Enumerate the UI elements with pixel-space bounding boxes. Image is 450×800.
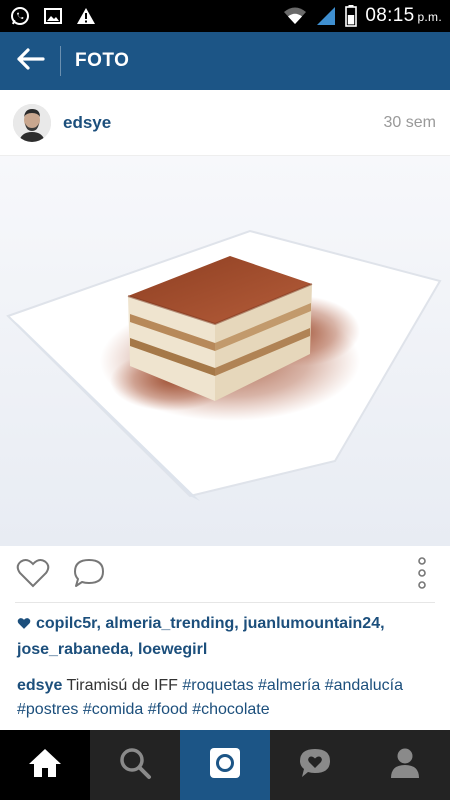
app-bar-divider [60, 46, 61, 76]
signal-icon [315, 6, 337, 26]
heart-filled-icon [17, 614, 31, 638]
more-vertical-icon [417, 556, 427, 594]
actions-divider [15, 602, 435, 603]
warning-icon [76, 7, 96, 25]
heart-outline-icon [16, 558, 50, 593]
activity-icon [298, 747, 332, 784]
comment-button[interactable] [71, 557, 107, 593]
likes-list[interactable]: copilc5r, almeria_trending, juanlumounta… [17, 612, 437, 662]
nav-search[interactable] [90, 730, 180, 800]
nav-profile[interactable] [360, 730, 450, 800]
battery-icon [345, 5, 358, 27]
profile-icon [390, 747, 420, 784]
likes-users[interactable]: copilc5r, almeria_trending, juanlumounta… [17, 615, 385, 658]
camera-icon [208, 746, 242, 785]
image-icon [44, 7, 62, 25]
caption-text: Tiramisú de IFF [66, 677, 178, 694]
comment-bubble-icon [73, 558, 105, 593]
home-icon [27, 747, 63, 784]
page-title: FOTO [75, 50, 130, 71]
post-photo[interactable] [0, 156, 450, 546]
arrow-left-icon [15, 47, 45, 76]
like-button[interactable] [15, 557, 51, 593]
whatsapp-icon [10, 6, 30, 26]
post-actions [0, 548, 450, 602]
nav-activity[interactable] [270, 730, 360, 800]
post-header: edsye 30 sem [0, 90, 450, 156]
back-button[interactable] [0, 32, 60, 90]
more-options-button[interactable] [404, 556, 440, 594]
nav-home[interactable] [0, 730, 90, 800]
caption-username[interactable]: edsye [17, 677, 62, 694]
clock: 08:15 p.m. [365, 5, 442, 26]
status-bar: 08:15 p.m. [0, 0, 450, 32]
app-bar: FOTO [0, 32, 450, 90]
avatar[interactable] [13, 103, 51, 142]
nav-camera[interactable] [180, 730, 270, 800]
post-username[interactable]: edsye [63, 113, 111, 133]
wifi-icon [283, 7, 307, 25]
bottom-nav [0, 730, 450, 800]
search-icon [118, 746, 152, 785]
post-timestamp: 30 sem [383, 113, 436, 131]
caption: edsye Tiramisú de IFF #roquetas #almería… [17, 674, 437, 722]
